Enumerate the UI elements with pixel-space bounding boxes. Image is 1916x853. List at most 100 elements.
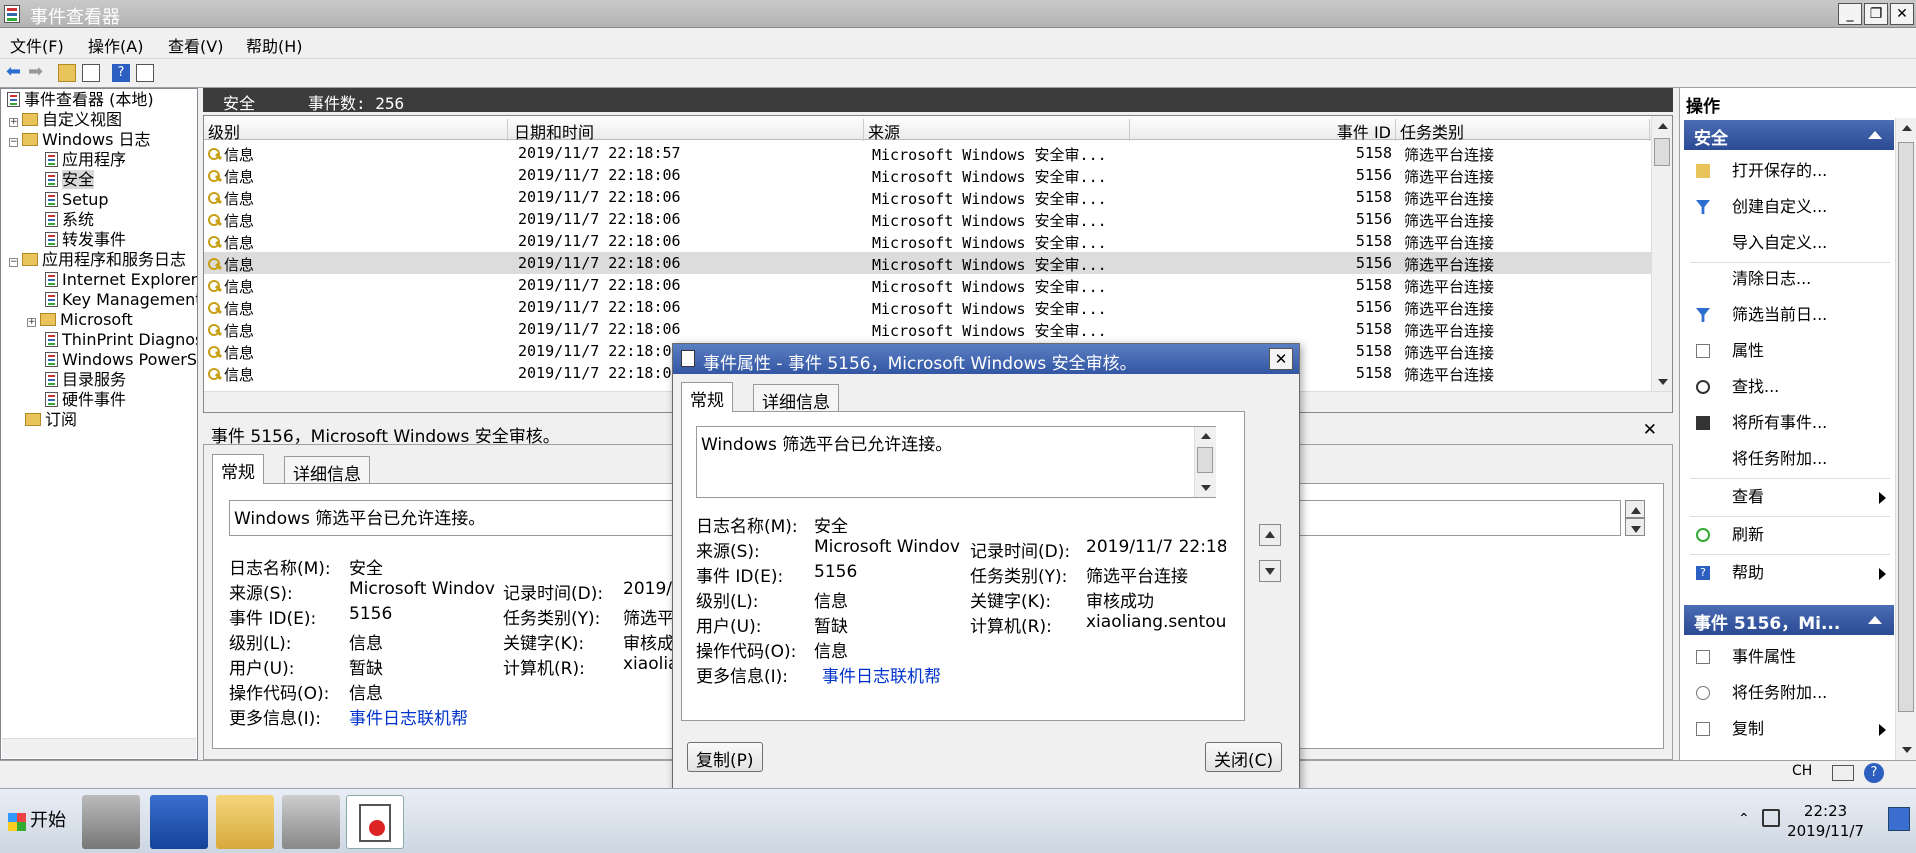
scroll-up-icon[interactable] (1201, 433, 1211, 439)
dialog-close-icon[interactable]: ✕ (1269, 348, 1293, 370)
tree-item-microsoft[interactable]: + Microsoft (27, 310, 133, 330)
tree-item-system[interactable]: 系统 (45, 210, 94, 230)
next-event-icon[interactable] (1259, 560, 1281, 582)
action-properties[interactable]: 属性 (1684, 334, 1894, 368)
tree-item-directory-service[interactable]: 目录服务 (45, 370, 126, 390)
menu-view[interactable]: 查看(V) (168, 33, 223, 57)
tree-item-key-management[interactable]: Key Management (45, 290, 197, 310)
help-icon[interactable]: ? (112, 64, 130, 82)
dialog-tab-general[interactable]: 常规 (681, 382, 733, 412)
event-list-vertical-scrollbar[interactable] (1651, 116, 1672, 392)
column-source[interactable]: 来源 (868, 119, 1130, 142)
restore-button[interactable]: ❐ (1864, 3, 1888, 25)
action-clear-log[interactable]: 清除日志... (1684, 262, 1894, 296)
menu-file[interactable]: 文件(F) (10, 33, 64, 57)
tree-horizontal-scrollbar[interactable] (2, 738, 196, 758)
action-open-saved-log[interactable]: 打开保存的... (1684, 154, 1894, 188)
action-create-custom-view[interactable]: 创建自定义... (1684, 190, 1894, 224)
column-event-id[interactable]: 事件 ID (1134, 119, 1396, 142)
collapse-icon[interactable]: − (9, 138, 18, 147)
action-refresh[interactable]: 刷新 (1684, 518, 1894, 552)
event-viewer-task-icon[interactable] (346, 795, 404, 849)
dialog-tab-details[interactable]: 详细信息 (753, 384, 839, 413)
forward-icon[interactable]: ➡ (28, 63, 46, 82)
close-button[interactable]: 关闭(C) (1205, 742, 1283, 772)
tree-item-security[interactable]: 安全 (45, 170, 95, 190)
tab-details[interactable]: 详细信息 (284, 456, 370, 485)
message-scroll-down-icon[interactable] (1625, 518, 1645, 536)
column-level[interactable]: 级别 (208, 119, 508, 142)
actions-section-event[interactable]: 事件 5156，Mi... (1684, 605, 1894, 635)
message-scrollbar[interactable] (1194, 427, 1216, 497)
action-filter-current-log[interactable]: 筛选当前日... (1684, 298, 1894, 332)
explorer-icon[interactable] (216, 795, 274, 849)
dialog-message[interactable]: Windows 筛选平台已允许连接。 (696, 426, 1216, 498)
column-datetime[interactable]: 日期和时间 (514, 119, 864, 142)
collapse-icon[interactable]: − (9, 258, 18, 267)
back-icon[interactable]: ⬅ (6, 63, 24, 82)
more-info-link[interactable]: 事件日志联机帮 (349, 704, 468, 729)
table-row[interactable]: 信息 2019/11/7 22:18:06 Microsoft Windows 安全… (204, 186, 1651, 208)
tree-item-windows-logs[interactable]: − Windows 日志 (9, 130, 151, 150)
action-event-properties[interactable]: 事件属性 (1684, 640, 1894, 674)
show-hide-tree-icon[interactable] (82, 64, 100, 82)
column-task-category[interactable]: 任务类别 (1400, 119, 1650, 142)
actions-vertical-scrollbar[interactable] (1895, 118, 1916, 760)
action-view[interactable]: 查看 (1684, 480, 1894, 514)
actions-section-security[interactable]: 安全 (1684, 120, 1894, 150)
clock[interactable]: 22:23 2019/11/7 (1787, 801, 1864, 841)
start-button[interactable]: 开始 (2, 795, 70, 847)
expand-icon[interactable]: + (9, 118, 18, 127)
scroll-up-icon[interactable] (1902, 125, 1912, 131)
action-copy[interactable]: 复制 (1684, 712, 1894, 746)
table-row[interactable]: 信息 2019/11/7 22:18:06 Microsoft Windows 安全… (204, 208, 1651, 230)
help-icon[interactable]: ? (1864, 763, 1884, 783)
action-attach-task[interactable]: 将任务附加... (1684, 442, 1894, 476)
show-desktop-icon[interactable] (1888, 807, 1910, 831)
tree-item-forwarded-events[interactable]: 转发事件 (45, 230, 126, 250)
scroll-thumb[interactable] (1197, 447, 1213, 473)
tree-item-internet-explorer[interactable]: Internet Explorer (45, 270, 197, 290)
scroll-thumb[interactable] (1654, 138, 1670, 166)
action-save-all-events[interactable]: 将所有事件... (1684, 406, 1894, 440)
tree-item-app-services-logs[interactable]: − 应用程序和服务日志 (9, 250, 186, 270)
scroll-thumb[interactable] (1898, 142, 1914, 712)
tree-item-custom-views[interactable]: + 自定义视图 (9, 110, 122, 130)
action-find[interactable]: 查找... (1684, 370, 1894, 404)
tree-item-setup[interactable]: Setup (45, 190, 109, 210)
scroll-down-icon[interactable] (1658, 379, 1668, 385)
dialog-more-info-link[interactable]: 事件日志联机帮 (822, 662, 941, 687)
volume-icon[interactable] (1762, 809, 1780, 827)
scroll-down-icon[interactable] (1201, 485, 1211, 491)
security-config-icon[interactable] (282, 795, 340, 849)
tree-item-thinprint[interactable]: ThinPrint Diagnostics (45, 330, 197, 350)
table-row[interactable]: 信息 2019/11/7 22:18:06 Microsoft Windows 安全… (204, 318, 1651, 340)
tree-item-subscriptions[interactable]: 订阅 (25, 410, 77, 430)
tree-root[interactable]: 事件查看器 (本地) (7, 90, 154, 110)
table-row[interactable]: 信息 2019/11/7 22:18:06 Microsoft Windows 安全… (204, 230, 1651, 252)
scroll-down-icon[interactable] (1902, 747, 1912, 753)
action-import-custom-view[interactable]: 导入自定义... (1684, 226, 1894, 260)
tree-item-hardware-events[interactable]: 硬件事件 (45, 390, 126, 410)
minimize-button[interactable]: _ (1838, 3, 1862, 25)
table-row[interactable]: 信息 2019/11/7 22:18:06 Microsoft Windows 安全… (204, 252, 1651, 274)
table-row[interactable]: 信息 2019/11/7 22:18:57 Microsoft Windows 安全… (204, 142, 1651, 164)
expand-icon[interactable]: + (27, 318, 36, 327)
close-button[interactable]: ✕ (1890, 3, 1914, 25)
detail-close-icon[interactable]: ✕ (1643, 420, 1657, 440)
tree-item-powershell[interactable]: Windows PowerShell (45, 350, 197, 370)
tab-general[interactable]: 常规 (212, 454, 264, 484)
show-hidden-icons[interactable]: ⌃ (1738, 811, 1750, 827)
copy-button[interactable]: 复制(P) (687, 742, 763, 772)
action-attach-task-event[interactable]: 将任务附加... (1684, 676, 1894, 710)
keyboard-icon[interactable] (1832, 765, 1854, 781)
menu-action[interactable]: 操作(A) (88, 33, 143, 57)
table-row[interactable]: 信息 2019/11/7 22:18:06 Microsoft Windows 安全… (204, 296, 1651, 318)
menu-help[interactable]: 帮助(H) (246, 33, 303, 57)
scroll-up-icon[interactable] (1658, 123, 1668, 129)
tree-item-application[interactable]: 应用程序 (45, 150, 126, 170)
folder-up-icon[interactable] (58, 64, 76, 82)
powershell-icon[interactable] (150, 795, 208, 849)
language-indicator[interactable]: CH (1792, 763, 1812, 779)
table-row[interactable]: 信息 2019/11/7 22:18:06 Microsoft Windows 安全… (204, 164, 1651, 186)
